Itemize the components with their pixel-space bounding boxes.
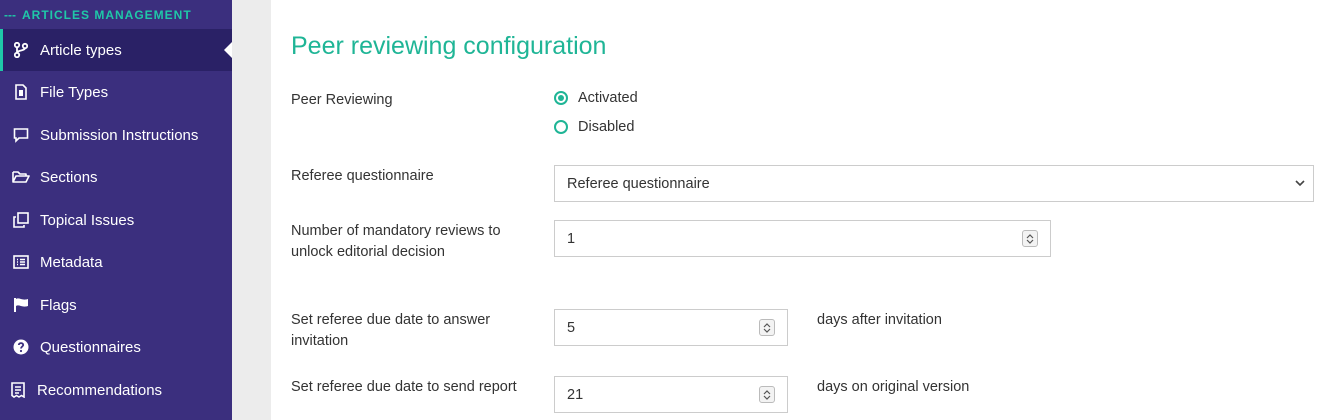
chevron-down-icon bbox=[763, 328, 771, 333]
send-report-suffix: days on original version bbox=[817, 379, 970, 395]
mandatory-reviews-input[interactable]: 1 bbox=[554, 220, 1051, 257]
radio-label: Activated bbox=[578, 90, 638, 106]
sidebar-item-label: Article types bbox=[40, 41, 122, 59]
mandatory-reviews-label: Number of mandatory reviews to unlock ed… bbox=[291, 223, 501, 260]
sidebar-item-label: Topical Issues bbox=[40, 211, 135, 229]
select-value: Referee questionnaire bbox=[567, 175, 710, 192]
question-circle-icon bbox=[12, 338, 30, 356]
main-content: Peer reviewing configuration Peer Review… bbox=[271, 0, 1335, 420]
number-stepper[interactable] bbox=[759, 386, 775, 403]
answer-invitation-label: Set referee due date to answer invitatio… bbox=[291, 312, 491, 349]
sidebar-item-file-types[interactable]: File Types bbox=[0, 71, 232, 113]
page-title: Peer reviewing configuration bbox=[291, 32, 607, 60]
sidebar-item-metadata[interactable]: Metadata bbox=[0, 241, 232, 283]
sidebar-item-label: Submission Instructions bbox=[40, 126, 199, 144]
chevron-down-icon bbox=[1026, 239, 1034, 244]
flag-icon bbox=[12, 296, 30, 314]
number-stepper[interactable] bbox=[1022, 230, 1038, 247]
clone-icon bbox=[12, 211, 30, 229]
sidebar-item-label: Metadata bbox=[40, 253, 103, 271]
radio-label: Disabled bbox=[578, 119, 635, 135]
radio-checked-icon[interactable] bbox=[554, 91, 568, 105]
sidebar-item-label: Sections bbox=[40, 168, 98, 186]
content-gutter bbox=[232, 0, 271, 420]
sidebar-item-recommendations[interactable]: Recommendations bbox=[0, 369, 232, 411]
radio-unchecked-icon[interactable] bbox=[554, 120, 568, 134]
send-report-input[interactable]: 21 bbox=[554, 376, 788, 413]
receipt-icon bbox=[9, 381, 27, 399]
referee-questionnaire-select[interactable]: Referee questionnaire bbox=[554, 165, 1314, 202]
sidebar: --- ARTICLES MANAGEMENT Article types Fil… bbox=[0, 0, 232, 420]
sidebar-item-label: File Types bbox=[40, 83, 109, 101]
input-value: 21 bbox=[567, 386, 584, 403]
peer-reviewing-label: Peer Reviewing bbox=[291, 92, 393, 108]
sidebar-item-article-types[interactable]: Article types bbox=[0, 29, 232, 71]
sidebar-item-label: Questionnaires bbox=[40, 338, 141, 356]
chevron-down-icon bbox=[763, 395, 771, 400]
list-alt-icon bbox=[12, 253, 30, 271]
sidebar-item-flags[interactable]: Flags bbox=[0, 284, 232, 326]
answer-invitation-input[interactable]: 5 bbox=[554, 309, 788, 346]
input-value: 1 bbox=[567, 230, 576, 247]
sidebar-item-label: Recommendations bbox=[37, 381, 163, 399]
sidebar-item-submission-instructions[interactable]: Submission Instructions bbox=[0, 114, 232, 156]
comment-icon bbox=[12, 126, 30, 144]
branch-icon bbox=[12, 41, 30, 59]
input-value: 5 bbox=[567, 319, 576, 336]
send-report-label: Set referee due date to send report bbox=[291, 379, 517, 395]
number-stepper[interactable] bbox=[759, 319, 775, 336]
sidebar-item-topical-issues[interactable]: Topical Issues bbox=[0, 199, 232, 241]
sidebar-item-questionnaires[interactable]: Questionnaires bbox=[0, 326, 232, 368]
folder-open-icon bbox=[12, 168, 30, 186]
sidebar-section-title: --- ARTICLES MANAGEMENT bbox=[4, 8, 192, 22]
sidebar-item-sections[interactable]: Sections bbox=[0, 156, 232, 198]
referee-questionnaire-label: Referee questionnaire bbox=[291, 168, 434, 184]
radio-disabled[interactable]: Disabled bbox=[554, 119, 634, 135]
radio-activated[interactable]: Activated bbox=[554, 90, 638, 106]
chevron-down-icon bbox=[1295, 180, 1305, 187]
answer-invitation-suffix: days after invitation bbox=[817, 312, 942, 328]
sidebar-item-label: Flags bbox=[40, 296, 77, 314]
file-icon bbox=[12, 83, 30, 101]
